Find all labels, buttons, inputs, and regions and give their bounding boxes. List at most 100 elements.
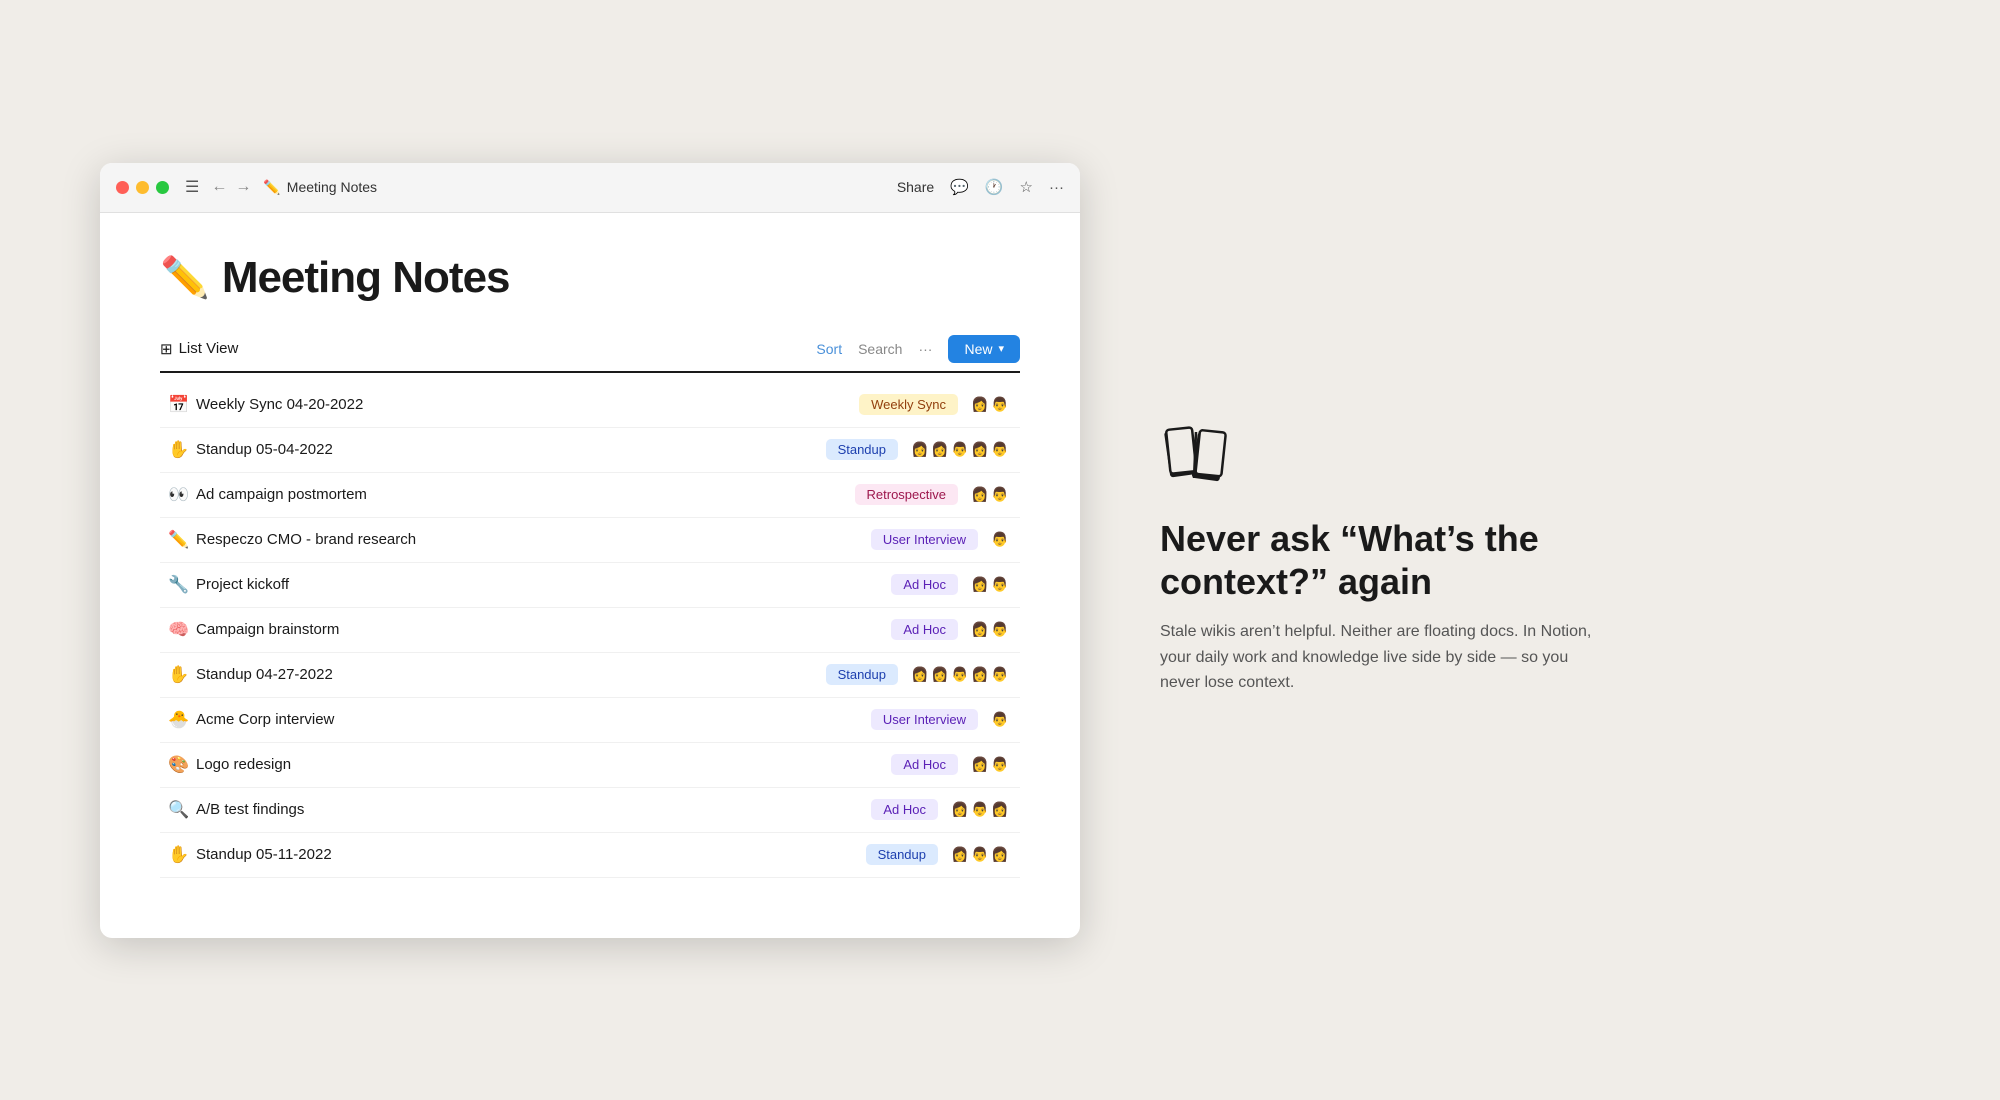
item-emoji: 🧠 — [168, 620, 196, 640]
item-title: Standup 04-27-2022 — [196, 666, 826, 683]
right-panel: Never ask “What’s the context?” again St… — [1160, 404, 1900, 696]
toolbar-right: Sort Search ··· New ▾ — [816, 335, 1020, 363]
page-title: Meeting Notes — [222, 253, 510, 303]
item-emoji: ✋ — [168, 845, 196, 865]
item-right: Standup👩👨👩 — [866, 843, 1012, 867]
book-icon — [1160, 424, 1232, 488]
item-tag: Weekly Sync — [859, 394, 958, 415]
sidebar-toggle-icon[interactable]: ☰ — [185, 177, 199, 197]
sort-button[interactable]: Sort — [816, 341, 842, 357]
history-icon[interactable]: 🕐 — [985, 178, 1004, 196]
item-right: Standup 👩👩👨👩👨 — [826, 438, 1012, 462]
item-title: Project kickoff — [196, 576, 891, 593]
more-options-icon[interactable]: ··· — [1049, 179, 1064, 196]
toolbar-more-button[interactable]: ··· — [918, 341, 932, 357]
item-emoji: 🐣 — [168, 710, 196, 730]
item-emoji: 👀 — [168, 485, 196, 505]
list-item[interactable]: ✏️Respeczo CMO - brand researchUser Inte… — [160, 518, 1020, 563]
item-emoji: ✏️ — [168, 530, 196, 550]
avatar: 👨 — [988, 393, 1012, 417]
nav-icons: ← → — [211, 178, 251, 196]
item-tag: Ad Hoc — [891, 754, 958, 775]
page-title-area: ✏️ Meeting Notes — [160, 253, 1020, 303]
list-item[interactable]: ✋Standup 04-27-2022Standup 👩👩👨👩👨 — [160, 653, 1020, 698]
item-title: Standup 05-11-2022 — [196, 846, 866, 863]
item-right: User Interview 👨 — [871, 528, 1012, 552]
item-avatars: 👩👩👨👩👨 — [908, 663, 1012, 687]
item-tag: Standup — [826, 439, 898, 460]
list-view-label: List View — [179, 340, 239, 357]
item-avatars: 👩👨👩 — [948, 843, 1012, 867]
list-item[interactable]: ✋Standup 05-11-2022Standup👩👨👩 — [160, 833, 1020, 878]
right-panel-title: Never ask “What’s the context?” again — [1160, 517, 1600, 603]
item-right: Ad Hoc👩👨 — [891, 573, 1012, 597]
item-title: Respeczo CMO - brand research — [196, 531, 871, 548]
item-right: Ad Hoc 👩👨👩 — [871, 798, 1012, 822]
item-tag: Standup — [826, 664, 898, 685]
item-avatars: 👩👨 — [968, 483, 1012, 507]
avatar: 👨 — [988, 438, 1012, 462]
list-item[interactable]: 📅Weekly Sync 04-20-2022Weekly Sync👩👨 — [160, 383, 1020, 428]
avatar: 👨 — [988, 573, 1012, 597]
list-item[interactable]: 🔍A/B test findingsAd Hoc 👩👨👩 — [160, 788, 1020, 833]
list-item[interactable]: 🧠Campaign brainstormAd Hoc 👩👨 — [160, 608, 1020, 653]
item-tag: Ad Hoc — [891, 619, 958, 640]
item-avatars: 👩👨 — [968, 618, 1012, 642]
favorite-icon[interactable]: ☆ — [1020, 178, 1033, 196]
right-panel-body: Stale wikis aren’t helpful. Neither are … — [1160, 619, 1600, 696]
list-toolbar: ⊞ List View Sort Search ··· New ▾ — [160, 335, 1020, 373]
list-item[interactable]: 🐣Acme Corp interviewUser Interview👨 — [160, 698, 1020, 743]
item-right: Standup 👩👩👨👩👨 — [826, 663, 1012, 687]
item-right: Weekly Sync 👩👨 — [859, 393, 1012, 417]
share-button[interactable]: Share — [897, 179, 934, 195]
item-tag: User Interview — [871, 709, 978, 730]
list-item[interactable]: 👀Ad campaign postmortemRetrospective 👩👨 — [160, 473, 1020, 518]
avatar: 👩 — [988, 843, 1012, 867]
item-emoji: 🎨 — [168, 755, 196, 775]
item-avatars: 👨 — [988, 708, 1012, 732]
item-title: Campaign brainstorm — [196, 621, 891, 638]
search-button[interactable]: Search — [858, 341, 902, 357]
item-right: Retrospective 👩👨 — [855, 483, 1012, 507]
item-avatars: 👩👨👩 — [948, 798, 1012, 822]
item-tag: Ad Hoc — [891, 574, 958, 595]
item-title: Weekly Sync 04-20-2022 — [196, 396, 859, 413]
item-tag: Ad Hoc — [871, 799, 938, 820]
maximize-button[interactable] — [156, 181, 169, 194]
item-avatars: 👩👨 — [968, 393, 1012, 417]
item-emoji: 🔍 — [168, 800, 196, 820]
avatar: 👨 — [988, 753, 1012, 777]
avatar: 👩 — [988, 798, 1012, 822]
browser-titlebar: ☰ ← → ✏️ Meeting Notes Share 💬 🕐 ☆ ··· — [100, 163, 1080, 213]
list-view-button[interactable]: ⊞ List View — [160, 340, 238, 358]
close-button[interactable] — [116, 181, 129, 194]
minimize-button[interactable] — [136, 181, 149, 194]
chevron-down-icon: ▾ — [998, 342, 1004, 355]
list-item[interactable]: 🎨Logo redesignAd Hoc👩👨 — [160, 743, 1020, 788]
list-items: 📅Weekly Sync 04-20-2022Weekly Sync👩👨✋Sta… — [160, 383, 1020, 878]
item-title: Ad campaign postmortem — [196, 486, 855, 503]
item-right: User Interview 👨 — [871, 708, 1012, 732]
page-title-emoji: ✏️ — [160, 254, 210, 301]
avatar: 👨 — [988, 528, 1012, 552]
item-avatars: 👩👩👨👩👨 — [908, 438, 1012, 462]
item-right: Ad Hoc👩👨 — [891, 753, 1012, 777]
item-title: A/B test findings — [196, 801, 871, 818]
back-icon[interactable]: ← — [211, 178, 227, 196]
forward-icon[interactable]: → — [235, 178, 251, 196]
breadcrumb-emoji: ✏️ — [263, 179, 280, 196]
browser-actions: Share 💬 🕐 ☆ ··· — [897, 178, 1064, 196]
list-item[interactable]: ✋Standup 05-04-2022Standup👩👩👨👩👨 — [160, 428, 1020, 473]
breadcrumb-title: Meeting Notes — [287, 179, 377, 195]
comment-icon[interactable]: 💬 — [950, 178, 969, 196]
item-emoji: 🔧 — [168, 575, 196, 595]
new-button[interactable]: New ▾ — [948, 335, 1020, 363]
item-tag: Retrospective — [855, 484, 958, 505]
avatar: 👨 — [988, 483, 1012, 507]
item-tag: User Interview — [871, 529, 978, 550]
item-title: Logo redesign — [196, 756, 891, 773]
item-emoji: ✋ — [168, 665, 196, 685]
browser-window: ☰ ← → ✏️ Meeting Notes Share 💬 🕐 ☆ ··· ✏… — [100, 163, 1080, 938]
page-content: ✏️ Meeting Notes ⊞ List View Sort Search… — [100, 213, 1080, 938]
list-item[interactable]: 🔧Project kickoffAd Hoc👩👨 — [160, 563, 1020, 608]
